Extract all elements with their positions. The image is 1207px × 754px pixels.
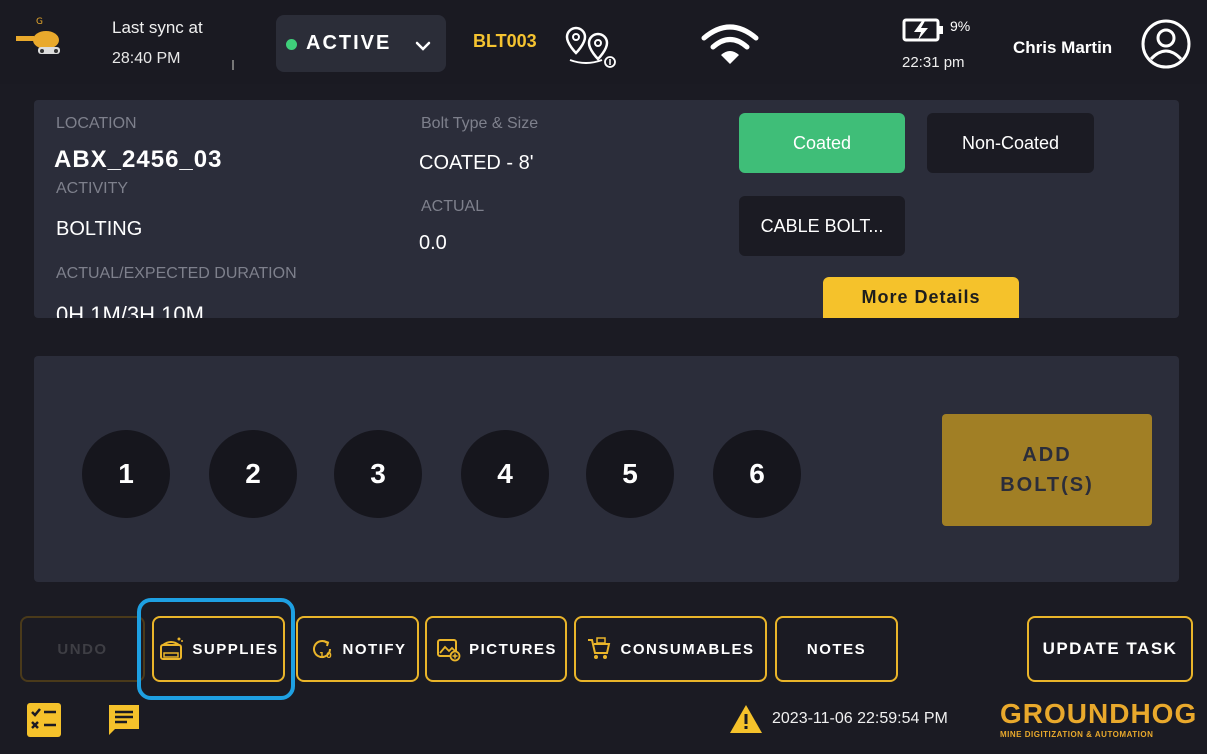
status-dropdown[interactable]: ACTIVE — [276, 15, 446, 72]
svg-text:G: G — [36, 17, 43, 27]
notes-button[interactable]: NOTES — [775, 616, 898, 682]
last-sync-label: Last sync at — [112, 18, 203, 37]
chat-message-icon[interactable] — [106, 702, 142, 738]
warning-icon[interactable] — [729, 703, 763, 735]
pictures-button[interactable]: PICTURES — [425, 616, 567, 682]
undo-button[interactable]: UNDO — [20, 616, 145, 682]
clock: 22:31 pm — [902, 54, 965, 71]
location-label: LOCATION — [56, 115, 137, 132]
notes-label: NOTES — [806, 640, 867, 658]
bolt-selection-panel: 1 2 3 4 5 6 ADD BOLT(S) — [34, 356, 1179, 582]
divider — [232, 60, 234, 70]
add-bolts-button[interactable]: ADD BOLT(S) — [942, 414, 1152, 526]
route-pins-icon[interactable] — [562, 22, 624, 70]
duration-label: ACTUAL/EXPECTED DURATION — [56, 265, 297, 282]
last-sync: Last sync at 28:40 PM — [112, 18, 203, 68]
brand-name: GROUNDHOG — [1000, 698, 1198, 729]
task-checklist-icon[interactable] — [26, 702, 62, 738]
update-task-button[interactable]: UPDATE TASK — [1027, 616, 1193, 682]
svg-text:10: 10 — [319, 651, 333, 660]
actual-value: 0.0 — [419, 232, 447, 254]
pictures-label: PICTURES — [469, 640, 557, 658]
bolt-type-value: COATED - 8' — [419, 152, 534, 174]
consumables-label: CONSUMABLES — [620, 640, 755, 658]
groundhog-logo-icon: G — [16, 17, 60, 54]
bolt-button-1[interactable]: 1 — [82, 430, 170, 518]
coated-button[interactable]: Coated — [739, 113, 905, 173]
chevron-down-icon — [415, 41, 431, 51]
notify-label: NOTIFY — [342, 640, 407, 658]
bolt-button-4[interactable]: 4 — [461, 430, 549, 518]
shopping-cart-icon — [588, 637, 611, 659]
add-bolts-line1: ADD — [1022, 444, 1072, 466]
battery-percentage: 9% — [950, 18, 971, 34]
task-info-card: LOCATION ABX_2456_03 ACTIVITY BOLTING AC… — [34, 100, 1179, 318]
timer-notify-icon: 10 — [312, 640, 333, 660]
more-details-button[interactable]: More Details — [823, 277, 1019, 318]
consumables-button[interactable]: CONSUMABLES — [574, 616, 767, 682]
notify-button[interactable]: 10 NOTIFY — [296, 616, 419, 682]
activity-value: BOLTING — [56, 218, 143, 240]
update-task-label: UPDATE TASK — [1042, 639, 1178, 658]
status-dot-icon — [286, 39, 297, 50]
add-bolts-line2: BOLT(S) — [1000, 474, 1094, 496]
bolt-button-2[interactable]: 2 — [209, 430, 297, 518]
wifi-icon — [701, 24, 759, 64]
supplies-icon — [160, 637, 184, 660]
battery-charging-icon — [902, 18, 943, 42]
bolt-button-3[interactable]: 3 — [334, 430, 422, 518]
last-sync-time: 28:40 PM — [112, 50, 181, 67]
actual-label: ACTUAL — [421, 198, 485, 215]
footer-timestamp: 2023-11-06 22:59:54 PM — [772, 710, 948, 727]
user-avatar-icon[interactable] — [1140, 18, 1192, 70]
image-add-icon — [437, 639, 461, 662]
brand-tagline: MINE DIGITIZATION & AUTOMATION — [1000, 730, 1154, 739]
bolt-type-label: Bolt Type & Size — [421, 115, 539, 132]
top-status-bar: G Last sync at 28:40 PM ACTIVE BLT003 9%… — [0, 0, 1207, 84]
supplies-button[interactable]: SUPPLIES — [152, 616, 285, 682]
cable-bolt-button[interactable]: CABLE BOLT... — [739, 196, 905, 256]
machine-id: BLT003 — [473, 31, 537, 51]
activity-label: ACTIVITY — [56, 180, 129, 197]
undo-label: UNDO — [57, 640, 108, 658]
bolt-button-5[interactable]: 5 — [586, 430, 674, 518]
non-coated-button[interactable]: Non-Coated — [927, 113, 1094, 173]
location-value: ABX_2456_03 — [54, 146, 223, 173]
supplies-label: SUPPLIES — [192, 640, 279, 658]
bolt-button-6[interactable]: 6 — [713, 430, 801, 518]
status-label: ACTIVE — [306, 32, 392, 54]
user-name: Chris Martin — [1013, 38, 1113, 57]
duration-value: 0H 1M/3H 10M — [56, 302, 204, 318]
